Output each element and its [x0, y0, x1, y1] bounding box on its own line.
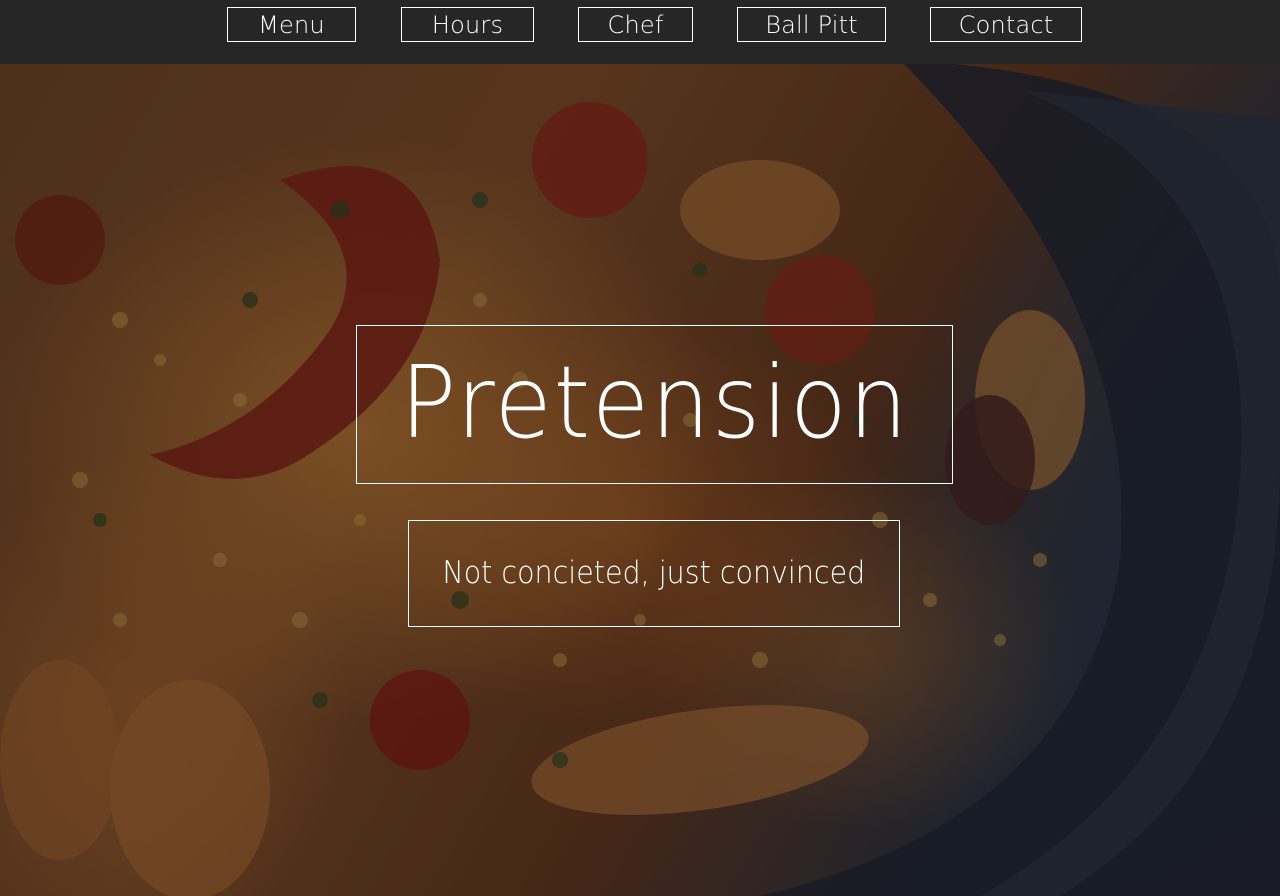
- nav-item-contact[interactable]: Contact: [930, 7, 1082, 42]
- hero-title: Pretension: [399, 343, 910, 461]
- page: Menu Hours Chef Ball Pitt Contact Preten…: [0, 0, 1280, 896]
- nav-item-ball-pitt[interactable]: Ball Pitt: [737, 7, 886, 42]
- top-navigation-bar: Menu Hours Chef Ball Pitt Contact: [0, 0, 1280, 64]
- nav-item-menu[interactable]: Menu: [227, 7, 356, 42]
- hero-tagline: Not concieted, just convinced: [442, 555, 866, 591]
- nav-item-chef[interactable]: Chef: [578, 7, 693, 42]
- nav-item-hours[interactable]: Hours: [401, 7, 534, 42]
- hero-tagline-box: Not concieted, just convinced: [408, 520, 900, 627]
- hero-title-box: Pretension: [356, 325, 953, 484]
